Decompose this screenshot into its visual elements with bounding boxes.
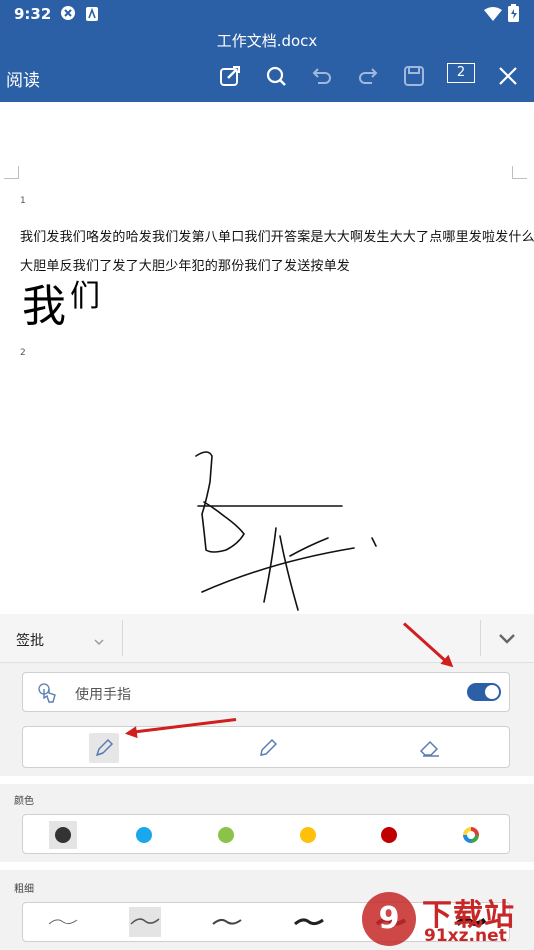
pen-icon[interactable] <box>89 733 119 763</box>
color-swatch-green[interactable] <box>212 821 240 849</box>
large-text-men: 们 <box>70 279 100 314</box>
divider <box>480 620 481 656</box>
color-swatch-black[interactable] <box>49 821 77 849</box>
page-margin-marker-right <box>512 166 527 179</box>
page-number-2: 2 <box>20 348 26 358</box>
stroke-width-option-4[interactable] <box>293 915 325 929</box>
paragraph-1: 我们发我们咯发的哈发我们发第八单口我们开答案是大大啊发生大大了点哪里发啦发什么 <box>20 230 534 245</box>
color-palette <box>22 814 510 854</box>
redo-icon[interactable] <box>354 62 382 90</box>
page-count-icon[interactable]: 2 <box>447 63 475 83</box>
divider <box>122 620 123 656</box>
document-canvas[interactable]: 1 我们发我们咯发的哈发我们发第八单口我们开答案是大大啊发生大大了点哪里发啦发什… <box>0 102 534 614</box>
wifi-icon <box>484 6 502 25</box>
watermark-logo: 9 <box>362 892 416 946</box>
document-title: 工作文档.docx <box>216 32 318 50</box>
paragraph-2: 大胆单反我们了发了大胆少年犯的那份我们了发送按单发 <box>20 259 351 274</box>
color-section-label: 颜色 <box>14 796 34 807</box>
use-finger-label: 使用手指 <box>75 687 131 703</box>
status-bar: 9:32 <box>0 0 534 28</box>
color-swatch-red[interactable] <box>375 821 403 849</box>
pen-tools-row <box>22 726 510 768</box>
mode-dropdown-icon[interactable] <box>94 632 104 651</box>
stroke-width-option-2[interactable] <box>129 907 161 937</box>
color-swatch-blue[interactable] <box>130 821 158 849</box>
use-finger-row[interactable]: 使用手指 <box>22 672 510 712</box>
app-notification-icon <box>60 5 76 25</box>
read-mode-button[interactable]: 阅读 <box>6 66 40 91</box>
save-icon[interactable] <box>400 62 428 90</box>
thickness-section-label: 粗细 <box>14 884 34 895</box>
pencil-icon[interactable] <box>253 733 283 763</box>
close-icon[interactable] <box>494 62 522 90</box>
edit-icon[interactable] <box>216 62 244 90</box>
undo-icon[interactable] <box>308 62 336 90</box>
stroke-width-option-1[interactable] <box>47 915 79 929</box>
collapse-panel-icon[interactable] <box>498 630 516 649</box>
finger-touch-icon <box>37 682 59 708</box>
title-bar: 工作文档.docx 阅读 2 <box>0 28 534 102</box>
annotation-mode-label[interactable]: 签批 <box>16 630 44 650</box>
color-swatch-yellow[interactable] <box>294 821 322 849</box>
use-finger-toggle[interactable] <box>467 683 501 701</box>
search-icon[interactable] <box>262 62 290 90</box>
stroke-width-option-3[interactable] <box>211 915 243 929</box>
page-margin-marker-left <box>4 166 19 179</box>
eraser-icon[interactable] <box>415 733 445 763</box>
large-text-wo: 我 <box>22 281 66 332</box>
site-watermark: 9 下载站 91xz.net <box>360 888 534 950</box>
page-number-1: 1 <box>20 196 26 206</box>
battery-icon <box>508 4 519 26</box>
status-time: 9:32 <box>14 5 52 23</box>
watermark-url: 91xz.net <box>424 926 507 946</box>
color-picker-multicolor[interactable] <box>457 821 485 849</box>
handwriting-ink <box>195 451 377 611</box>
annotation-toolbar: 签批 <box>0 614 534 663</box>
a-notification-icon <box>86 6 98 25</box>
